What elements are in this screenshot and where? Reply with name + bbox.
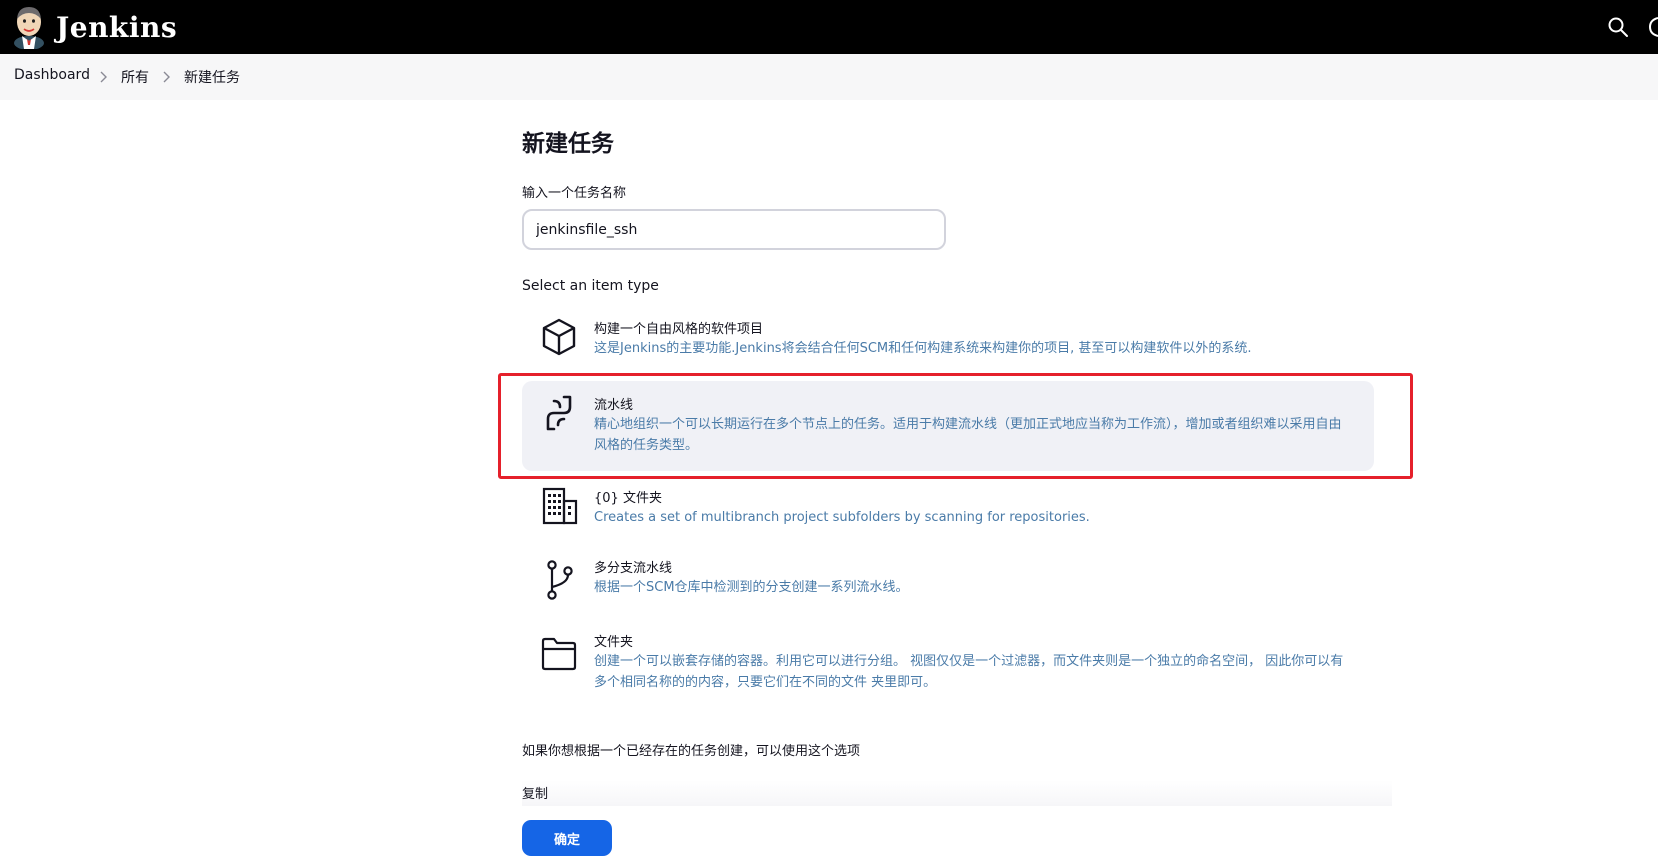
jenkins-butler-icon [14, 7, 44, 49]
copy-hint: 如果你想根据一个已经存在的任务创建，可以使用这个选项 [522, 744, 861, 759]
ok-button[interactable]: 确定 [522, 820, 612, 856]
item-title: 构建一个自由风格的软件项目 [594, 322, 764, 337]
search-icon[interactable] [1606, 15, 1630, 39]
folder-icon [541, 637, 577, 671]
chevron-right-icon [100, 71, 107, 83]
copy-section-fade [522, 780, 1392, 806]
item-description: Creates a set of multibranch project sub… [594, 510, 1090, 525]
cube-icon [542, 318, 576, 356]
item-description: 这是Jenkins的主要功能.Jenkins将会结合任何SCM和任何构建系统来构… [594, 341, 1252, 356]
breadcrumb-all[interactable]: 所有 [121, 67, 149, 87]
item-description: 根据一个SCM仓库中检测到的分支创建一系列流水线。 [594, 580, 909, 595]
copy-label[interactable]: 复制 [522, 783, 548, 802]
item-type-freestyle[interactable]: 构建一个自由风格的软件项目 这是Jenkins的主要功能.Jenkins将会结合… [522, 308, 1374, 376]
item-type-pipeline[interactable]: 流水线 精心地组织一个可以长期运行在多个节点上的任务。适用于构建流水线（更加正式… [522, 381, 1374, 471]
item-title: 文件夹 [594, 635, 634, 650]
item-type-multibranch-pipeline[interactable]: 多分支流水线 根据一个SCM仓库中检测到的分支创建一系列流水线。 [522, 553, 1374, 621]
item-name-input[interactable] [522, 209, 946, 250]
pipeline-icon [546, 395, 572, 431]
breadcrumb-new-item[interactable]: 新建任务 [184, 67, 240, 87]
jenkins-logo[interactable]: Jenkins [12, 5, 177, 49]
item-type-label: Select an item type [522, 278, 659, 294]
item-title: 流水线 [594, 398, 634, 413]
item-title: 多分支流水线 [594, 561, 673, 576]
item-title: {0} 文件夹 [594, 491, 662, 506]
page-title: 新建任务 [522, 131, 614, 157]
logo-text: Jenkins [56, 10, 178, 44]
top-header: Jenkins [0, 0, 1658, 54]
item-description: 精心地组织一个可以长期运行在多个节点上的任务。适用于构建流水线（更加正式地应当称… [594, 417, 1342, 453]
breadcrumb-dashboard[interactable]: Dashboard [14, 67, 90, 83]
breadcrumb: Dashboard 所有 新建任务 [0, 54, 1658, 100]
item-description: 创建一个可以嵌套存储的容器。利用它可以进行分组。 视图仅仅是一个过滤器，而文件夹… [594, 654, 1344, 690]
item-type-organization-folder[interactable]: {0} 文件夹 Creates a set of multibranch pro… [522, 479, 1374, 547]
item-name-label: 输入一个任务名称 [522, 186, 627, 201]
item-type-folder[interactable]: 文件夹 创建一个可以嵌套存储的容器。利用它可以进行分组。 视图仅仅是一个过滤器，… [522, 627, 1374, 707]
branch-icon [547, 560, 573, 600]
user-menu-icon[interactable] [1648, 16, 1658, 38]
organization-folder-icon [542, 487, 578, 525]
chevron-right-icon [163, 71, 170, 83]
